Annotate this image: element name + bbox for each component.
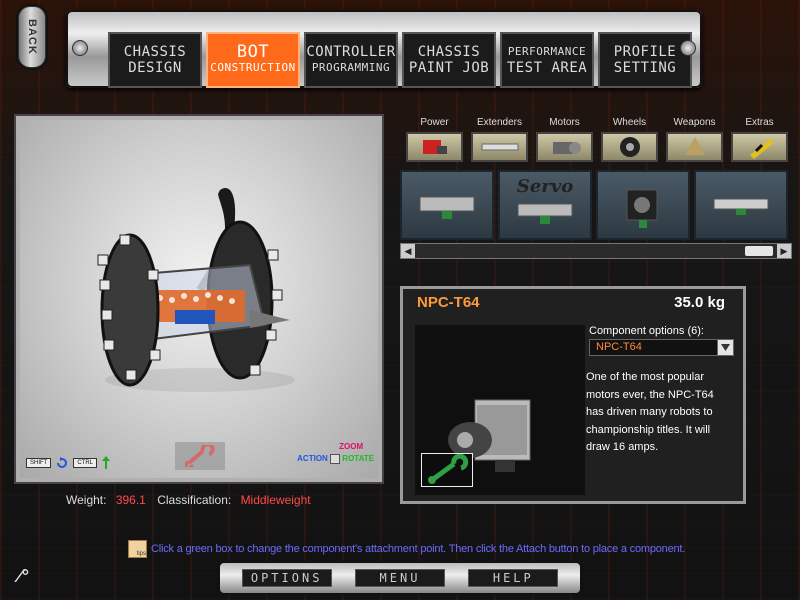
category-label-extras: Extras — [745, 117, 774, 128]
category-extras[interactable] — [731, 132, 788, 162]
category-wheels[interactable] — [601, 132, 658, 162]
component-carousel: Servo — [400, 170, 792, 240]
tip-text: Click a green box to change the componen… — [151, 543, 686, 555]
camera-controls-legend: ZOOM ACTION ROTATE — [297, 442, 374, 464]
attach-button[interactable] — [175, 442, 225, 470]
category-power[interactable] — [406, 132, 463, 162]
scroll-right-arrow-icon[interactable]: ▶ — [777, 244, 791, 258]
category-label-weapons: Weapons — [673, 117, 716, 128]
category-extenders[interactable] — [471, 132, 528, 162]
ctrl-key: CTRL — [73, 458, 98, 468]
weight-value: 396.1 — [115, 493, 146, 507]
rotate-icon — [57, 457, 68, 468]
weight-label: Weight: — [66, 493, 107, 507]
camera-gizmo-icon — [330, 454, 341, 464]
component-options-select[interactable]: NPC-T64 — [589, 339, 734, 356]
servo-label: Servo — [516, 176, 574, 197]
updown-arrow-icon — [102, 456, 111, 469]
robot-3d-viewport[interactable]: SHIFT CTRL ZOOM ACTION ROTATE — [16, 116, 382, 482]
tab-label-line1: CHASSIS — [123, 44, 187, 60]
spike-weapon-icon — [684, 137, 705, 155]
keyboard-hints: SHIFT CTRL — [26, 456, 111, 470]
tip-bar: tips Click a green box to change the com… — [128, 540, 685, 558]
attach-wrench-icon[interactable] — [421, 453, 473, 487]
tab-bot-construction[interactable]: BOT CONSTRUCTION — [206, 32, 300, 88]
tab-chassis-design[interactable]: CHASSIS DESIGN — [108, 32, 202, 88]
tab-label-line1: PROFILE — [613, 44, 677, 60]
tips-icon: tips — [128, 540, 147, 558]
action-label: ACTION — [297, 454, 328, 464]
component-description: One of the most popular motors ever, the… — [586, 371, 714, 453]
category-label-motors: Motors — [549, 117, 580, 128]
category-motors[interactable] — [536, 132, 593, 162]
logo-mark: ⁄° — [18, 566, 29, 586]
menu-button[interactable]: MENU — [354, 569, 445, 587]
component-card-npc-t64[interactable] — [596, 170, 690, 240]
help-button[interactable]: HELP — [468, 569, 559, 587]
tab-label-line2: PAINT JOB — [408, 60, 490, 76]
battery-icon — [422, 140, 447, 154]
back-label: BACK — [26, 19, 38, 55]
tab-label-line2: DESIGN — [128, 60, 182, 76]
tab-label-line1: BOT — [236, 42, 270, 62]
tab-label-line1: PERFORMANCE — [507, 45, 587, 58]
carousel-scrollbar[interactable]: ◀ ▶ — [400, 243, 792, 259]
tab-controller-programming[interactable]: CONTROLLER PROGRAMMING — [304, 32, 398, 88]
category-label-extenders: Extenders — [476, 117, 523, 128]
component-categories: Power Extenders Motors Wheels Weapons Ex… — [402, 116, 792, 162]
tab-label-line2: CONSTRUCTION — [210, 61, 296, 74]
tab-performance-test-area[interactable]: PERFORMANCE TEST AREA — [500, 32, 594, 88]
dropdown-arrow-icon[interactable] — [717, 340, 733, 355]
tab-label-line2: TEST AREA — [506, 60, 588, 76]
zoom-label: ZOOM — [339, 442, 364, 451]
component-preview — [415, 325, 585, 495]
component-card-motor-4[interactable] — [694, 170, 788, 240]
category-label-power: Power — [420, 117, 449, 128]
component-name: NPC-T64 — [417, 293, 480, 311]
tab-profile-setting[interactable]: PROFILE SETTING — [598, 32, 692, 88]
motor-icon — [419, 196, 475, 219]
back-button[interactable]: BACK — [18, 6, 46, 68]
wheel-icon — [619, 137, 640, 157]
robot-stats: Weight: 396.1 Classification: Middleweig… — [66, 493, 319, 507]
bottom-button-bar: OPTIONS MENU HELP — [220, 563, 580, 593]
npc-motor-icon — [626, 189, 658, 228]
tab-label-line1: CONTROLLER — [306, 44, 396, 60]
tab-label-line1: CHASSIS — [417, 44, 481, 60]
component-options-label: Component options (6): — [589, 325, 704, 337]
servo-motor-icon — [517, 203, 573, 224]
tab-label-line2: PROGRAMMING — [311, 61, 391, 74]
motor-icon — [552, 142, 581, 154]
component-info-panel: NPC-T64 35.0 kg Component options (6): N… — [400, 286, 746, 504]
selected-option: NPC-T64 — [596, 341, 642, 353]
top-nav: CHASSIS DESIGN BOT CONSTRUCTION CONTROLL… — [66, 10, 702, 88]
component-card-servo[interactable]: Servo — [498, 170, 592, 240]
motor-icon — [713, 198, 769, 215]
category-weapons[interactable] — [666, 132, 723, 162]
component-card-motor-1[interactable] — [400, 170, 494, 240]
extender-bar-icon — [481, 143, 518, 151]
classification-label: Classification: — [157, 493, 232, 507]
tab-chassis-paint-job[interactable]: CHASSIS PAINT JOB — [402, 32, 496, 88]
scroll-left-arrow-icon[interactable]: ◀ — [401, 244, 415, 258]
options-button[interactable]: OPTIONS — [241, 569, 332, 587]
wrench-icon — [185, 445, 215, 467]
classification-value: Middleweight — [240, 493, 311, 507]
scrollbar-thumb[interactable] — [745, 246, 773, 256]
hazard-stripe-icon — [749, 139, 774, 159]
component-header: NPC-T64 35.0 kg — [403, 289, 743, 315]
robot-model[interactable] — [90, 180, 310, 410]
shift-key: SHIFT — [26, 458, 52, 468]
category-label-wheels: Wheels — [612, 117, 647, 128]
rotate-label: ROTATE — [342, 454, 374, 464]
component-weight: 35.0 kg — [674, 293, 725, 311]
tips-icon-text: tips — [136, 551, 146, 557]
tab-label-line2: SETTING — [613, 60, 677, 76]
